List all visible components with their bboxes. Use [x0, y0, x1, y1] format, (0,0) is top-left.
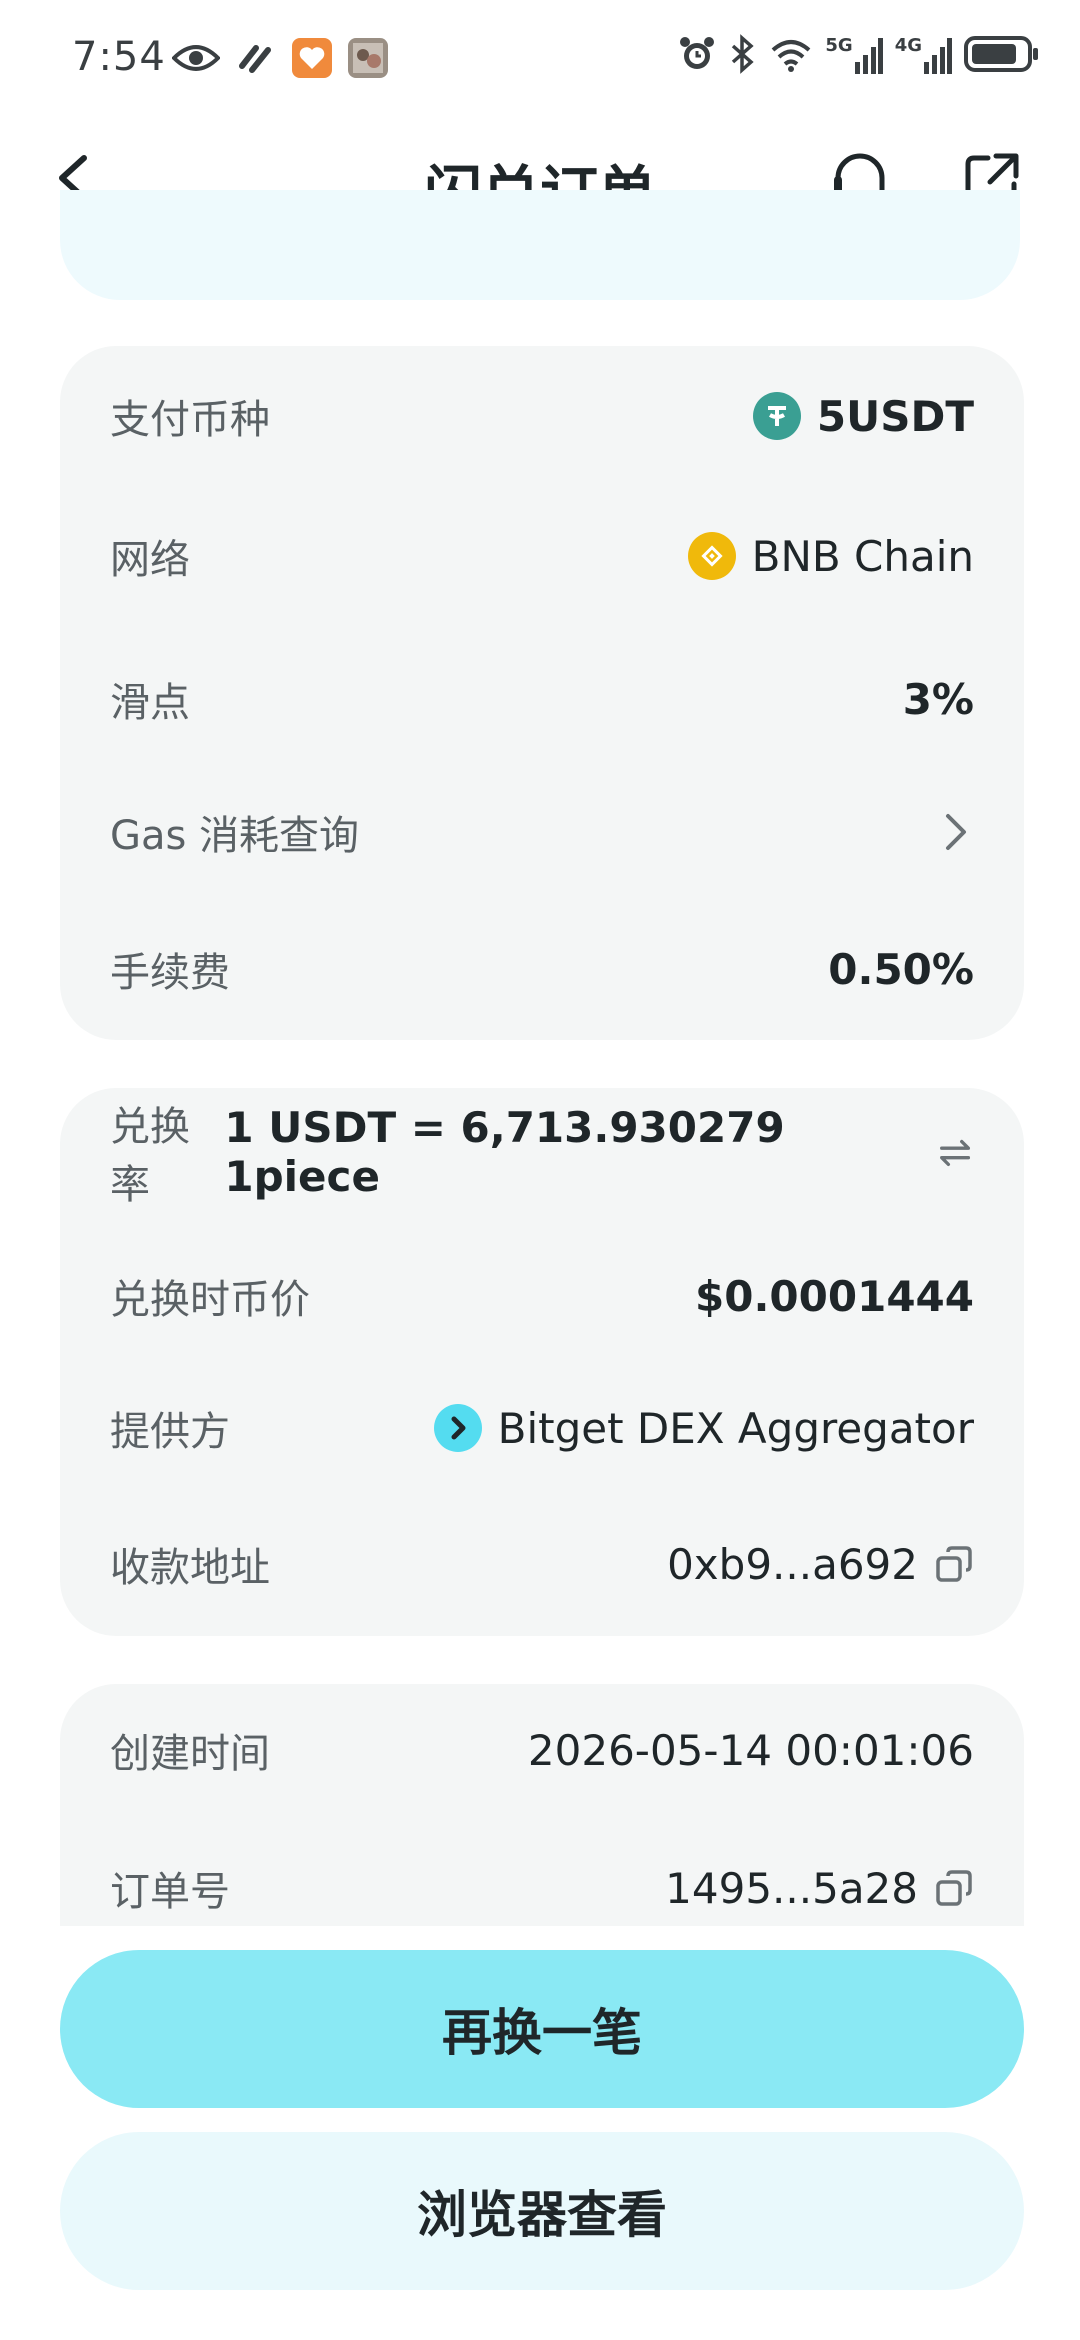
receive-address-value-wrap: 0xb9...a692: [667, 1540, 974, 1589]
pay-currency-label: 支付币种: [110, 397, 270, 443]
view-in-browser-button[interactable]: 浏览器查看: [60, 2132, 1024, 2290]
rate-value-wrap: 1 USDT = 6,713.930279 1piece: [224, 1103, 974, 1201]
order-number-value: 1495...5a28: [665, 1863, 918, 1913]
heart-app-icon: [292, 38, 332, 78]
signal-bars-icon: [854, 37, 883, 74]
network-row: 网络 BNB Chain: [110, 516, 974, 596]
created-time-value: 2026-05-14 00:01:06: [527, 1725, 974, 1775]
tether-icon: [752, 392, 801, 440]
created-time-label: 创建时间: [110, 1731, 270, 1777]
signal-4g: 4G: [895, 35, 952, 74]
receive-address-value: 0xb9...a692: [667, 1539, 918, 1589]
signal-5g: 5G: [825, 34, 883, 74]
status-left-icons: [172, 38, 388, 78]
order-number-row: 订单号 1495...5a28: [110, 1848, 974, 1928]
network-value: BNB Chain: [751, 531, 974, 581]
rate-row: 兑换率 1 USDT = 6,713.930279 1piece: [110, 1103, 974, 1208]
photo-app-icon: [348, 38, 388, 78]
provider-row: 提供方 Bitget DEX Aggregator: [110, 1388, 974, 1468]
exchange-again-button[interactable]: 再换一笔: [60, 1950, 1024, 2108]
status-time: 7:54: [72, 34, 166, 80]
signal-5g-label: 5G: [825, 34, 853, 56]
rate-value: 1 USDT = 6,713.930279 1piece: [224, 1103, 785, 1201]
order-number-label: 订单号: [110, 1869, 230, 1915]
status-right-icons: 5G 4G: [677, 34, 1040, 74]
signal-bars-icon: [924, 37, 952, 74]
gas-query-row[interactable]: Gas 消耗查询: [110, 792, 974, 872]
fee-value: 0.50%: [828, 944, 974, 994]
eye-icon: [172, 45, 220, 71]
swap-arrows-icon[interactable]: [936, 1132, 974, 1172]
provider-label: 提供方: [110, 1409, 230, 1455]
fee-row: 手续费 0.50%: [110, 929, 974, 1009]
created-time-row: 创建时间 2026-05-14 00:01:06: [110, 1710, 974, 1790]
price-label: 兑换时币价: [110, 1277, 310, 1323]
alarm-icon: [680, 37, 715, 69]
bnb-icon: [687, 532, 736, 580]
pay-currency-value: 5USDT: [816, 391, 974, 441]
pay-currency-value-wrap: 5USDT: [752, 391, 974, 441]
status-bar: 7:54 5G 4G: [0, 0, 1080, 120]
network-label: 网络: [110, 537, 190, 583]
order-number-value-wrap: 1495...5a28: [665, 1864, 974, 1913]
battery-icon: [964, 36, 1038, 72]
receive-address-row: 收款地址 0xb9...a692: [110, 1524, 974, 1604]
network-value-wrap: BNB Chain: [687, 531, 974, 581]
status-card-remnant: [60, 190, 1020, 300]
slippage-row: 滑点 3%: [110, 659, 974, 739]
gas-query-label: Gas 消耗查询: [110, 813, 360, 859]
signal-4g-label: 4G: [894, 34, 922, 56]
price-value: $0.0001444: [695, 1271, 974, 1321]
fee-label: 手续费: [110, 950, 230, 996]
receive-address-label: 收款地址: [110, 1545, 270, 1591]
exchange-details-card: 兑换率 1 USDT = 6,713.930279 1piece 兑换时币价 $…: [60, 1088, 1024, 1636]
payment-details-card: 支付币种 5USDT 网络 BNB Chain 滑点 3% Gas 消耗查询 手…: [60, 346, 1024, 1040]
price-row: 兑换时币价 $0.0001444: [110, 1256, 974, 1336]
provider-value: Bitget DEX Aggregator: [497, 1403, 974, 1453]
slippage-value: 3%: [902, 674, 974, 724]
copy-icon[interactable]: [934, 1868, 974, 1908]
swirl-app-icon: [239, 45, 271, 73]
copy-icon[interactable]: [934, 1544, 974, 1584]
provider-value-wrap: Bitget DEX Aggregator: [433, 1403, 974, 1453]
rate-label: 兑换率: [110, 1104, 190, 1208]
wifi-icon: [772, 40, 811, 72]
bluetooth-icon: [732, 34, 755, 74]
pay-currency-row: 支付币种 5USDT: [110, 376, 974, 456]
bitget-icon: [433, 1404, 482, 1452]
chevron-right-icon: [946, 814, 966, 850]
slippage-label: 滑点: [110, 680, 190, 726]
